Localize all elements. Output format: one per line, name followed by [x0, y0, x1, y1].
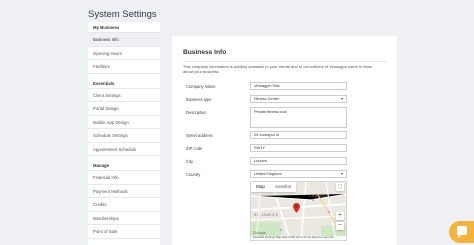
city-label: City [186, 159, 194, 164]
sidebar-item-memberships[interactable]: Memberships [88, 212, 160, 225]
zoom-out-button[interactable]: − [336, 222, 344, 230]
sidebar-item-mobile-app-design[interactable]: Mobile App Design [88, 116, 160, 129]
zip-code-label: ZIP code [186, 146, 203, 151]
company-name-label: Company Name [186, 84, 216, 89]
street-address-label: Street address [186, 133, 213, 138]
map-type-tabs: Map Satellite [251, 182, 297, 192]
country-value: United Kingdom [254, 171, 282, 176]
map-label-st-james: ST. JAMES'S [254, 213, 279, 217]
location-map[interactable]: CHARING ST. JAMES'S Map Satellite ⛶ + − … [250, 181, 347, 241]
zoom-in-button[interactable]: + [336, 212, 344, 220]
sidebar-section-header-essentials: Essentials [88, 78, 160, 89]
map-tab-map[interactable]: Map [251, 182, 270, 192]
country-label: Country [186, 172, 201, 177]
zip-code-field[interactable]: SW1Y [250, 144, 347, 152]
sidebar-item-financial-info[interactable]: Financial Info [88, 171, 160, 185]
country-select[interactable]: United Kingdom ▾ [250, 170, 347, 178]
sidebar-item-appointment-schedule[interactable]: Appointment Schedule [88, 143, 160, 156]
sidebar-item-point-of-sale[interactable]: Point of Sale [88, 225, 160, 239]
chat-icon [457, 226, 467, 238]
map-tab-satellite[interactable]: Satellite [270, 182, 296, 192]
sidebar-section-header-my-business: My Business [88, 22, 160, 33]
sidebar-item-credits[interactable]: Credits [88, 198, 160, 212]
chevron-down-icon: ▾ [340, 96, 343, 101]
page-title: System Settings [88, 9, 157, 20]
business-info-panel: Business Info This company information i… [172, 36, 397, 245]
sidebar-item-facilities[interactable]: Facilities [88, 60, 160, 74]
business-type-label: Business type [186, 97, 212, 102]
title-divider [183, 61, 386, 62]
business-type-select[interactable]: Fitness Center ▾ [250, 95, 347, 103]
sidebar-item-schedule-settings[interactable]: Schedule Settings [88, 129, 160, 143]
sidebar-item-payment-methods[interactable]: Payment Methods [88, 185, 160, 198]
company-name-field[interactable]: Virtuagym Test [250, 82, 347, 90]
map-pin-icon [293, 203, 300, 213]
business-type-value: Fitness Center [254, 96, 280, 101]
google-logo: Google [253, 230, 266, 235]
description-textarea[interactable]: Private fitness club [250, 107, 347, 128]
map-attribution[interactable]: Keyboard shortcuts Map data ©2024 Terms … [251, 236, 346, 240]
help-button[interactable] [449, 221, 474, 243]
sidebar-section-header-manage: Manage [88, 160, 160, 171]
sidebar-item-portal-design[interactable]: Portal Design [88, 102, 160, 116]
section-title: Business Info [183, 49, 227, 56]
map-label-charing: CHARING [309, 194, 328, 198]
street-address-field[interactable]: 25 cockspur st [250, 131, 347, 139]
sidebar-item-opening-hours[interactable]: Opening Hours [88, 47, 160, 60]
city-field[interactable]: London [250, 157, 347, 165]
intro-text: This company information is publicly ava… [183, 64, 373, 75]
sidebar-item-client-settings[interactable]: Client Settings [88, 89, 160, 102]
fullscreen-icon[interactable]: ⛶ [336, 183, 344, 191]
chevron-down-icon: ▾ [340, 171, 343, 176]
sidebar-item-business-info[interactable]: Business Info [88, 33, 160, 47]
settings-sidebar: My Business Business Info Opening Hours … [88, 22, 160, 245]
description-label: Description [186, 110, 207, 115]
